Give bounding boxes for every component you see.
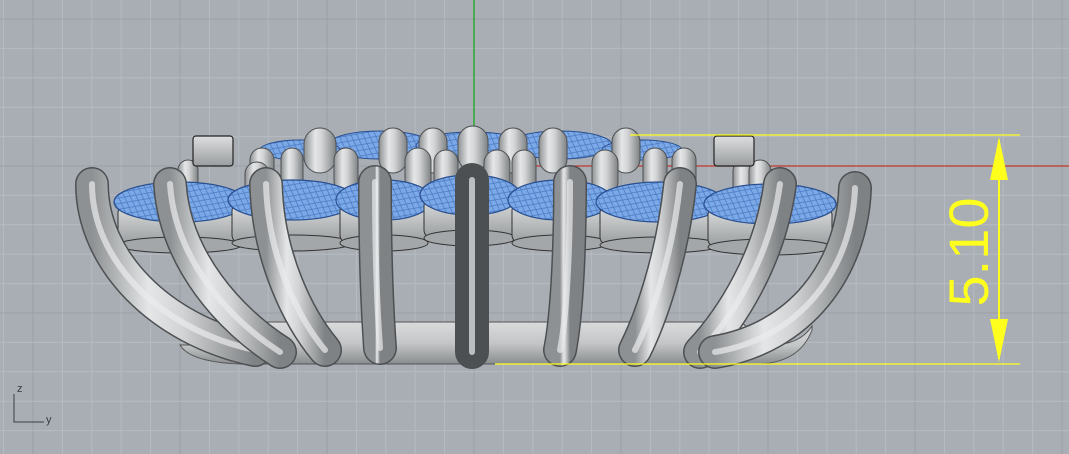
front-viewport[interactable]: 5.10 z y [0,0,1069,454]
dimension-arrow-top [990,137,1008,180]
dimension-value[interactable]: 5.10 [937,198,1000,307]
viewport-canvas[interactable]: 5.10 [0,0,1069,454]
back-pin [378,127,408,174]
jewelry-model[interactable] [75,125,872,369]
axis-indicator [13,394,44,423]
axis-label-z: z [17,383,23,395]
back-pin [538,127,568,174]
dimension-arrow-bottom [990,319,1008,362]
axis-label-y: y [46,414,52,426]
clasp-block [192,135,234,167]
axis-indicator-lines [13,394,44,423]
clasp-block [713,135,755,167]
back-pin [303,127,337,174]
